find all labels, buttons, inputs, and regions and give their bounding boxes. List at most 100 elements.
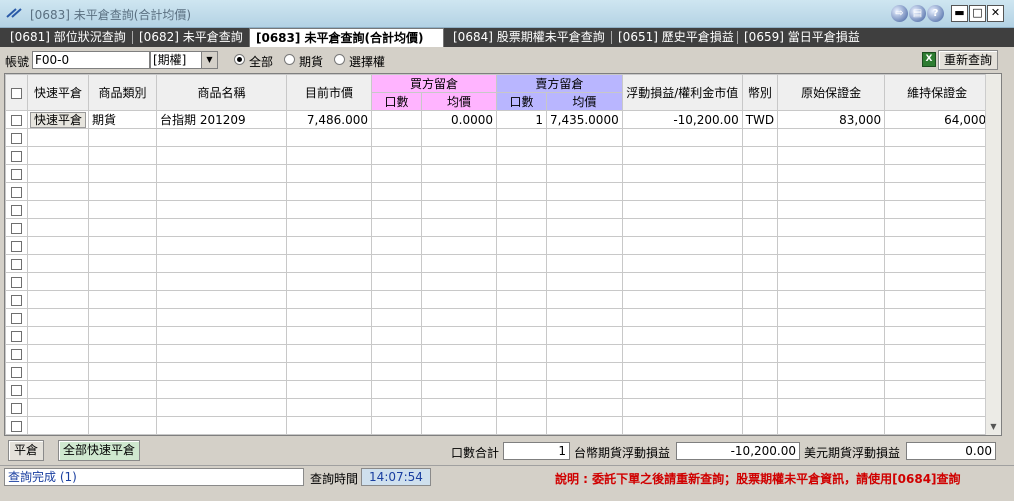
print-icon[interactable]: ▤ xyxy=(909,5,926,22)
tab-0659[interactable]: [0659] 當日平倉損益 xyxy=(738,28,868,47)
row-checkbox-cell xyxy=(5,290,28,309)
empty-cell xyxy=(421,200,497,219)
row-checkbox[interactable] xyxy=(11,114,22,126)
account-field[interactable]: F00-0 xyxy=(32,51,150,69)
row-checkbox[interactable] xyxy=(11,258,22,270)
header-product-type: 商品類別 xyxy=(88,74,157,111)
usd-pl-value: 0.00 xyxy=(906,442,996,460)
tab-0684[interactable]: [0684] 股票期權未平倉查詢 xyxy=(447,28,611,47)
row-checkbox[interactable] xyxy=(11,204,22,216)
row-checkbox[interactable] xyxy=(11,330,22,342)
empty-cell xyxy=(27,308,89,327)
empty-cell xyxy=(88,362,157,381)
empty-cell xyxy=(741,308,779,327)
quick-close-cell: 快速平倉 xyxy=(27,110,89,129)
radio-options[interactable] xyxy=(334,54,345,65)
row-checkbox[interactable] xyxy=(11,132,22,144)
empty-cell xyxy=(371,362,422,381)
row-checkbox[interactable] xyxy=(11,384,22,396)
empty-cell xyxy=(27,344,89,363)
row-checkbox[interactable] xyxy=(11,168,22,180)
empty-cell xyxy=(27,416,89,435)
row-checkbox[interactable] xyxy=(11,240,22,252)
row-checkbox[interactable] xyxy=(11,348,22,360)
tab-0651[interactable]: [0651] 歷史平倉損益 xyxy=(612,28,737,47)
empty-cell xyxy=(156,236,287,255)
close-all-button[interactable]: 全部快速平倉 xyxy=(58,440,140,461)
query-time-value: 14:07:54 xyxy=(361,468,431,486)
row-checkbox[interactable] xyxy=(11,312,22,324)
row-checkbox[interactable] xyxy=(11,366,22,378)
empty-cell xyxy=(884,398,991,417)
radio-all-label[interactable]: 全部 xyxy=(249,53,273,70)
close-position-button[interactable]: 平倉 xyxy=(8,440,44,461)
header-sell-lots: 口數 xyxy=(496,92,547,111)
row-checkbox[interactable] xyxy=(11,420,22,432)
empty-cell xyxy=(741,146,779,165)
empty-cell xyxy=(156,380,287,399)
empty-cell xyxy=(286,182,372,201)
radio-futures[interactable] xyxy=(284,54,295,65)
empty-table-row xyxy=(5,254,991,273)
empty-cell xyxy=(621,344,743,363)
buy-avg-cell: 0.0000 xyxy=(421,110,497,129)
empty-cell xyxy=(286,128,372,147)
row-checkbox[interactable] xyxy=(11,186,22,198)
quick-close-button[interactable]: 快速平倉 xyxy=(30,111,86,128)
empty-cell xyxy=(777,254,886,273)
export-icon[interactable]: ⇨ xyxy=(891,5,908,22)
empty-cell xyxy=(777,344,886,363)
table-row[interactable]: 快速平倉 期貨 台指期 201209 7,486.000 0.0000 1 7,… xyxy=(5,110,991,129)
help-icon[interactable]: ? xyxy=(927,5,944,22)
select-all-checkbox[interactable] xyxy=(11,87,22,99)
row-checkbox[interactable] xyxy=(11,402,22,414)
empty-cell xyxy=(421,218,497,237)
empty-cell xyxy=(371,236,422,255)
product-type-select[interactable]: [期權] ▼ xyxy=(150,51,218,69)
empty-cell xyxy=(286,272,372,291)
empty-cell xyxy=(371,380,422,399)
empty-cell xyxy=(621,146,743,165)
excel-icon[interactable]: X xyxy=(922,52,936,67)
empty-cell xyxy=(421,308,497,327)
empty-cell xyxy=(421,182,497,201)
row-checkbox[interactable] xyxy=(11,150,22,162)
row-checkbox-cell xyxy=(5,110,28,129)
maximize-button[interactable]: □ xyxy=(969,5,986,22)
empty-cell xyxy=(496,272,547,291)
row-checkbox-cell xyxy=(5,272,28,291)
scroll-down-icon[interactable]: ▼ xyxy=(986,419,1001,435)
header-quick-close: 快速平倉 xyxy=(27,74,89,111)
empty-cell xyxy=(777,272,886,291)
empty-cell xyxy=(421,398,497,417)
empty-cell xyxy=(777,182,886,201)
radio-futures-label[interactable]: 期貨 xyxy=(299,53,323,70)
window-title: [0683] 未平倉查詢(合計均價) xyxy=(30,8,192,22)
empty-cell xyxy=(156,398,287,417)
vertical-scrollbar[interactable]: ▼ xyxy=(985,74,1001,435)
empty-cell xyxy=(741,128,779,147)
empty-cell xyxy=(88,380,157,399)
empty-cell xyxy=(741,218,779,237)
row-checkbox[interactable] xyxy=(11,294,22,306)
chevron-down-icon[interactable]: ▼ xyxy=(201,52,217,68)
row-checkbox[interactable] xyxy=(11,222,22,234)
empty-cell xyxy=(156,416,287,435)
tab-0682[interactable]: [0682] 未平倉查詢 xyxy=(133,28,247,47)
radio-all[interactable] xyxy=(234,54,245,65)
minimize-button[interactable]: ▬ xyxy=(951,5,968,22)
empty-cell xyxy=(156,146,287,165)
requery-button[interactable]: 重新查詢 xyxy=(938,50,998,70)
radio-options-label[interactable]: 選擇權 xyxy=(349,53,385,70)
empty-cell xyxy=(156,128,287,147)
empty-cell xyxy=(496,380,547,399)
close-button[interactable]: ✕ xyxy=(987,5,1004,22)
row-checkbox-cell xyxy=(5,308,28,327)
row-checkbox[interactable] xyxy=(11,276,22,288)
tab-0683[interactable]: [0683] 未平倉查詢(合計均價) xyxy=(249,28,444,47)
tab-0681[interactable]: [0681] 部位狀況查詢 xyxy=(4,28,132,47)
empty-table-row xyxy=(5,218,991,237)
empty-cell xyxy=(88,308,157,327)
empty-cell xyxy=(88,218,157,237)
empty-cell xyxy=(884,218,991,237)
